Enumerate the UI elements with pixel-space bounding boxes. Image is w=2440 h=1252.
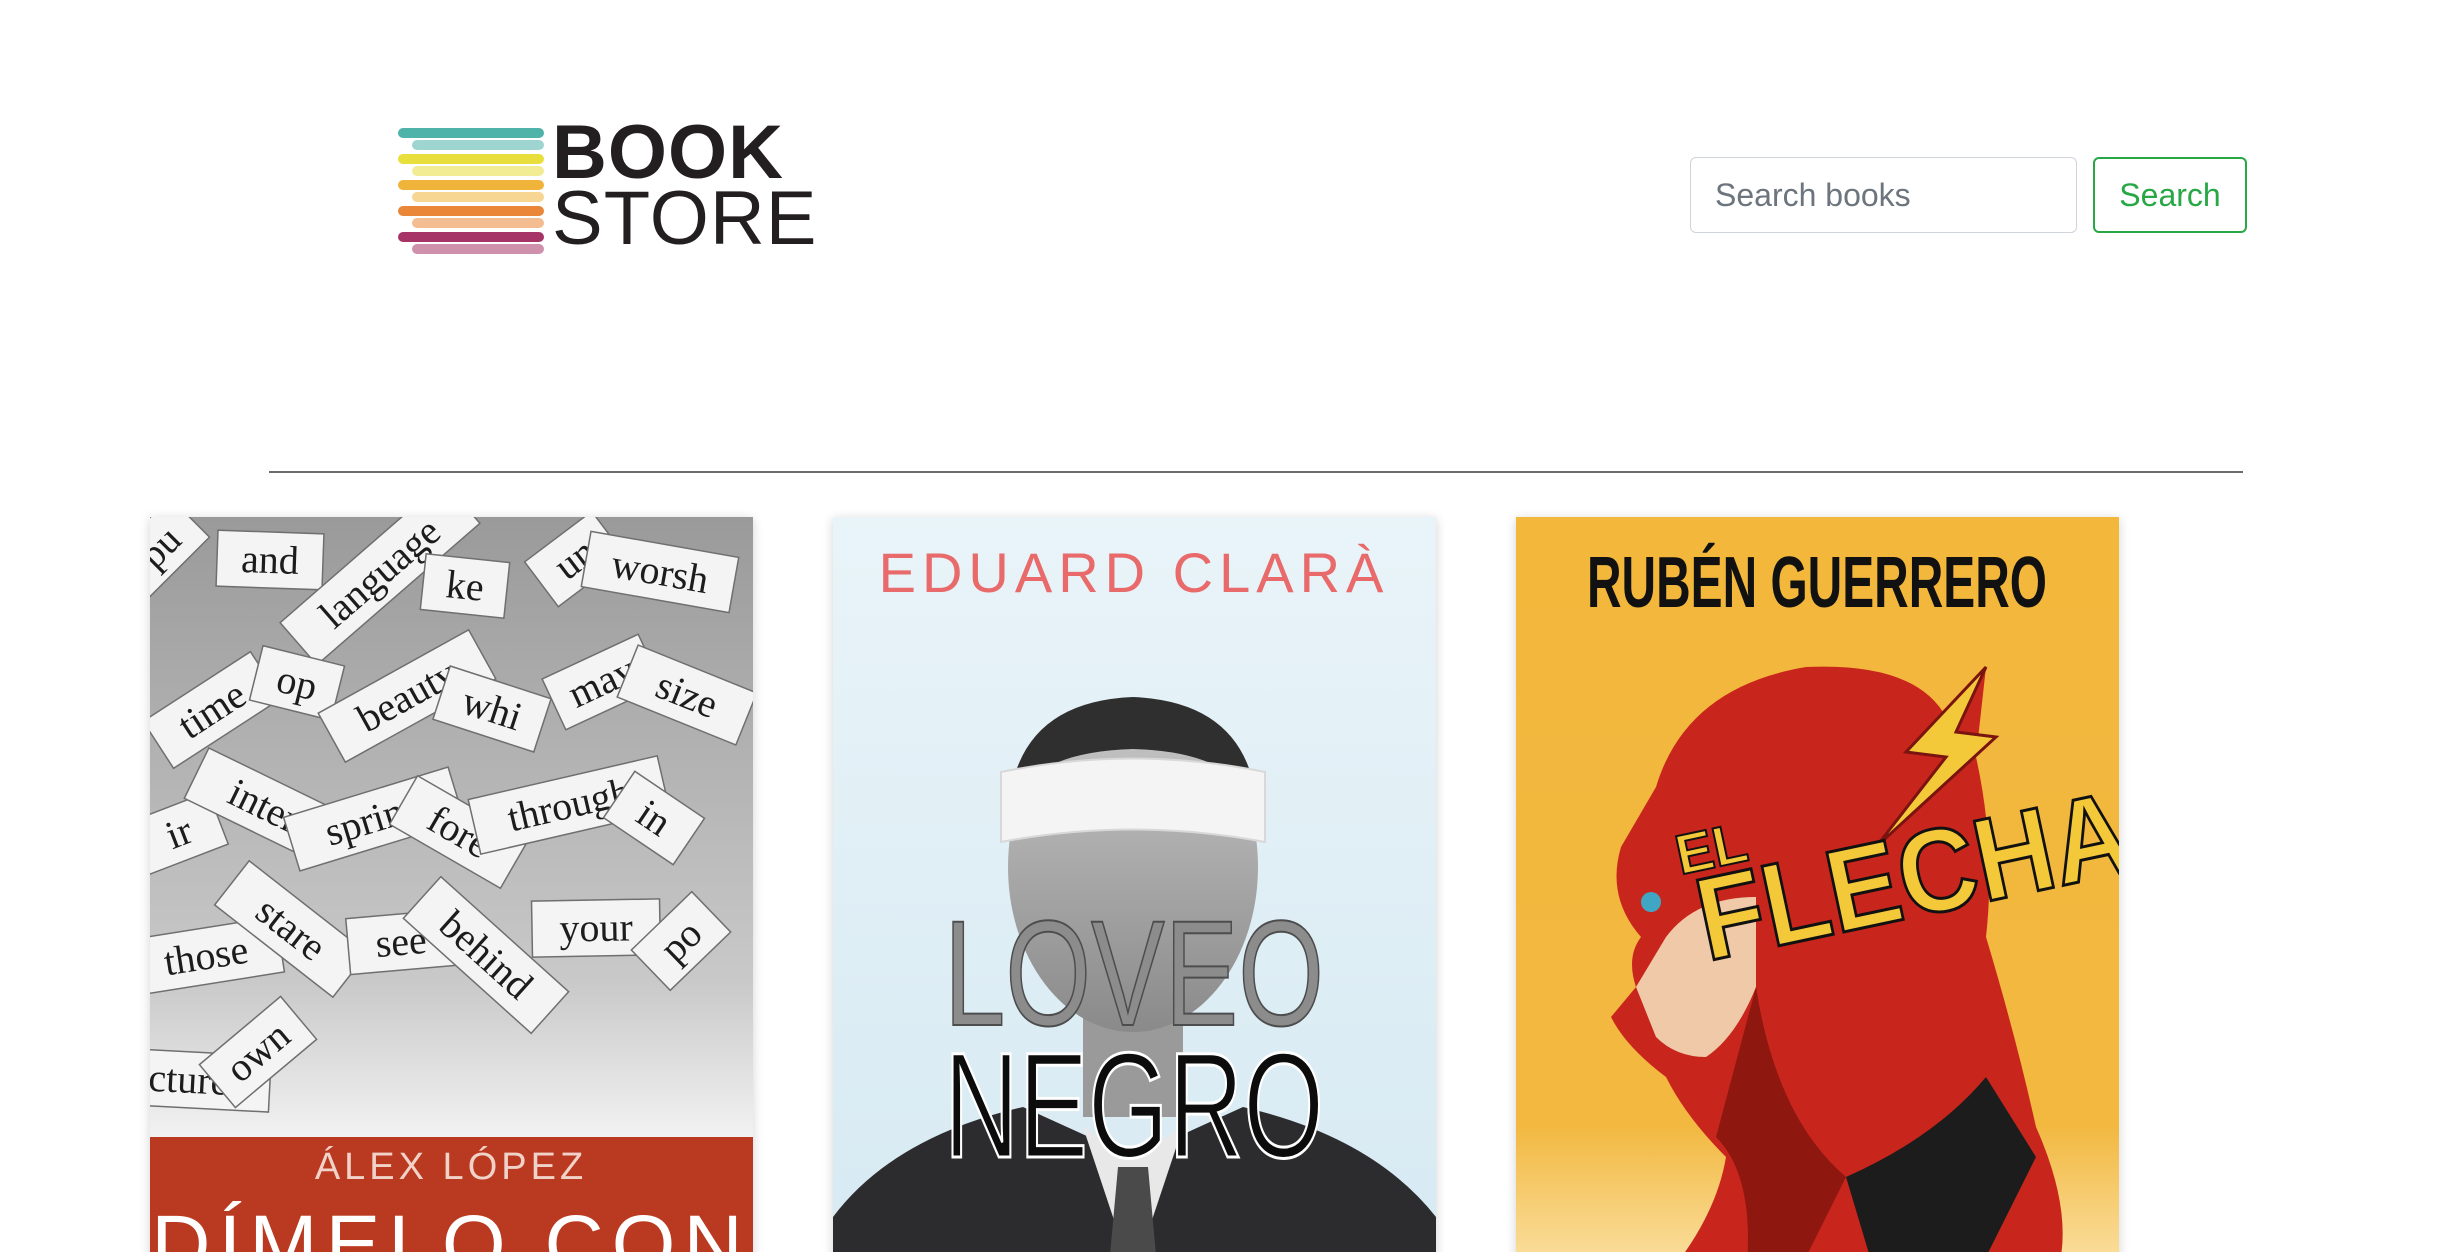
bookstore-logo[interactable]: BOOK STORE — [398, 115, 816, 260]
book-card[interactable]: pu and language ke un worsh time op beauty whi may… — [150, 517, 753, 1252]
book-stripes-logo-icon — [398, 128, 544, 254]
logo-stripe — [398, 128, 544, 138]
book-title: DÍMELO CON — [151, 1199, 750, 1252]
logo-stripe — [398, 154, 544, 164]
book-cover-image: EDUARD CLARÀ LOVEO NEGRO — [833, 517, 1436, 1252]
cover-word-tile: ke — [419, 552, 511, 620]
book-author: EDUARD CLARÀ — [879, 541, 1390, 604]
logo-stripe — [398, 206, 544, 216]
search-button[interactable]: Search — [2093, 157, 2247, 233]
cover-word: ke — [444, 561, 486, 610]
book-card[interactable]: RUBÉN GUERRERO EL FLECHA — [1516, 517, 2119, 1252]
book-author: RUBÉN GUERRERO — [1587, 543, 2047, 623]
search-input[interactable] — [1690, 157, 2077, 233]
logo-stripe — [412, 140, 544, 150]
cover-word: and — [240, 536, 299, 583]
logo-text: BOOK STORE — [552, 115, 818, 261]
logo-stripe — [412, 218, 544, 228]
book-cover-image: pu and languageke un worshtime op beautywhi may… — [150, 517, 753, 1252]
book-author: ÁLEX LÓPEZ — [315, 1145, 587, 1188]
logo-stripe — [412, 192, 544, 202]
book-card[interactable]: EDUARD CLARÀ LOVEO NEGRO — [833, 517, 1436, 1252]
logo-word-store: STORE — [552, 176, 818, 261]
header-divider — [269, 471, 2243, 473]
logo-stripe — [398, 232, 544, 242]
book-title-line-2: NEGRO — [944, 1021, 1324, 1189]
book-cover-image: RUBÉN GUERRERO EL FLECHA — [1516, 517, 2119, 1252]
logo-stripe — [398, 180, 544, 190]
cover-word: your — [559, 904, 633, 950]
logo-stripe — [412, 166, 544, 176]
cover-word-tile: and — [215, 529, 325, 591]
logo-stripe — [412, 244, 544, 254]
